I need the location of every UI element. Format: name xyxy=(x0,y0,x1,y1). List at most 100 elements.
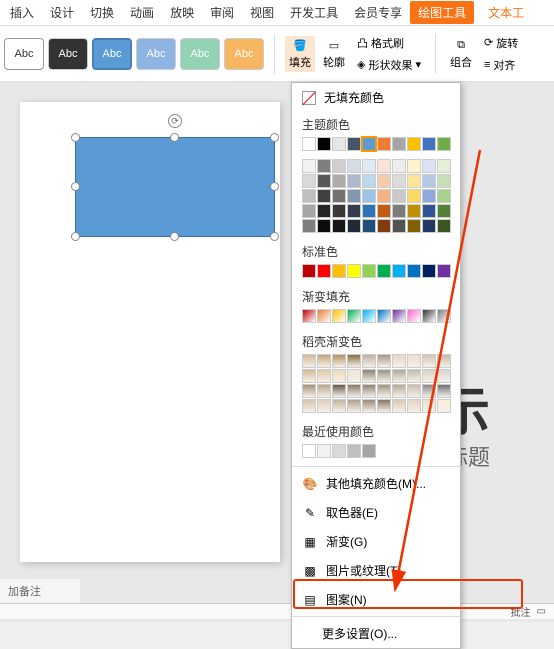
tab-member[interactable]: 会员专享 xyxy=(346,1,410,24)
outline-button[interactable]: ▭ 轮廓 xyxy=(319,36,349,72)
color-swatch[interactable] xyxy=(377,137,391,151)
shape-style-2[interactable]: Abc xyxy=(48,38,88,70)
gradient-swatch[interactable] xyxy=(437,309,451,323)
color-swatch[interactable] xyxy=(392,264,406,278)
shell-swatch[interactable] xyxy=(332,384,346,398)
color-swatch[interactable] xyxy=(377,264,391,278)
shape-style-3[interactable]: Abc xyxy=(92,38,132,70)
shell-swatch[interactable] xyxy=(407,384,421,398)
shell-swatch[interactable] xyxy=(407,354,421,368)
shell-swatch[interactable] xyxy=(347,369,361,383)
color-swatch[interactable] xyxy=(392,174,406,188)
color-swatch[interactable] xyxy=(422,174,436,188)
align-button[interactable]: ≡对齐 xyxy=(480,55,522,75)
color-swatch[interactable] xyxy=(317,159,331,173)
shell-swatch[interactable] xyxy=(302,384,316,398)
gradient-swatch[interactable] xyxy=(332,309,346,323)
color-swatch[interactable] xyxy=(347,137,361,151)
color-swatch[interactable] xyxy=(347,159,361,173)
color-swatch[interactable] xyxy=(317,137,331,151)
eyedropper-item[interactable]: ✎取色器(E) xyxy=(292,498,460,527)
color-swatch[interactable] xyxy=(362,219,376,233)
color-swatch[interactable] xyxy=(392,189,406,203)
tab-animation[interactable]: 动画 xyxy=(122,1,162,24)
color-swatch[interactable] xyxy=(362,159,376,173)
color-swatch[interactable] xyxy=(407,159,421,173)
color-swatch[interactable] xyxy=(317,189,331,203)
color-swatch[interactable] xyxy=(377,159,391,173)
color-swatch[interactable] xyxy=(407,219,421,233)
color-swatch[interactable] xyxy=(437,219,451,233)
shell-swatch[interactable] xyxy=(392,384,406,398)
shell-swatch[interactable] xyxy=(332,354,346,368)
shell-swatch[interactable] xyxy=(422,354,436,368)
color-swatch[interactable] xyxy=(422,204,436,218)
tab-devtools[interactable]: 开发工具 xyxy=(282,1,346,24)
tab-view[interactable]: 视图 xyxy=(242,1,282,24)
shell-swatch[interactable] xyxy=(317,399,331,413)
resize-handle-ne[interactable] xyxy=(270,133,279,142)
color-swatch[interactable] xyxy=(377,174,391,188)
color-swatch[interactable] xyxy=(347,444,361,458)
color-swatch[interactable] xyxy=(392,219,406,233)
rotate-button[interactable]: ⟳旋转 xyxy=(480,33,522,53)
shell-swatch[interactable] xyxy=(347,384,361,398)
shell-swatch[interactable] xyxy=(437,399,451,413)
color-swatch[interactable] xyxy=(377,204,391,218)
color-swatch[interactable] xyxy=(317,264,331,278)
color-swatch[interactable] xyxy=(302,159,316,173)
slide[interactable]: ⟳ 示 标题 xyxy=(20,102,280,562)
tab-design[interactable]: 设计 xyxy=(42,1,82,24)
color-swatch[interactable] xyxy=(422,137,436,151)
shell-swatch[interactable] xyxy=(317,384,331,398)
color-swatch[interactable] xyxy=(302,174,316,188)
color-swatch[interactable] xyxy=(347,204,361,218)
resize-handle-sw[interactable] xyxy=(71,232,80,241)
color-swatch[interactable] xyxy=(362,189,376,203)
shell-swatch[interactable] xyxy=(437,354,451,368)
color-swatch[interactable] xyxy=(332,159,346,173)
gradient-swatch[interactable] xyxy=(422,309,436,323)
color-swatch[interactable] xyxy=(302,219,316,233)
shell-swatch[interactable] xyxy=(362,384,376,398)
color-swatch[interactable] xyxy=(377,219,391,233)
color-swatch[interactable] xyxy=(317,174,331,188)
selected-rectangle-shape[interactable]: ⟳ xyxy=(75,137,275,237)
color-swatch[interactable] xyxy=(302,137,316,151)
color-swatch[interactable] xyxy=(407,204,421,218)
shell-swatch[interactable] xyxy=(332,369,346,383)
comments-label[interactable]: 批注 xyxy=(511,604,531,619)
format-brush-button[interactable]: 凸格式刷 xyxy=(353,33,425,53)
color-swatch[interactable] xyxy=(392,159,406,173)
color-swatch[interactable] xyxy=(407,189,421,203)
color-swatch[interactable] xyxy=(347,264,361,278)
color-swatch[interactable] xyxy=(407,137,421,151)
tab-insert[interactable]: 插入 xyxy=(2,1,42,24)
tab-drawing-tool[interactable]: 绘图工具 xyxy=(410,1,474,24)
fill-button[interactable]: 🪣 填充 xyxy=(285,36,315,72)
shell-swatch[interactable] xyxy=(302,354,316,368)
color-swatch[interactable] xyxy=(437,264,451,278)
shell-swatch[interactable] xyxy=(377,384,391,398)
color-swatch[interactable] xyxy=(302,204,316,218)
color-swatch[interactable] xyxy=(422,264,436,278)
shell-swatch[interactable] xyxy=(392,354,406,368)
color-swatch[interactable] xyxy=(422,189,436,203)
gradient-swatch[interactable] xyxy=(392,309,406,323)
shell-swatch[interactable] xyxy=(302,369,316,383)
shell-swatch[interactable] xyxy=(317,369,331,383)
rotation-handle[interactable]: ⟳ xyxy=(168,114,182,128)
color-swatch[interactable] xyxy=(332,219,346,233)
shell-swatch[interactable] xyxy=(392,369,406,383)
color-swatch[interactable] xyxy=(332,189,346,203)
shell-swatch[interactable] xyxy=(347,399,361,413)
color-swatch[interactable] xyxy=(362,204,376,218)
shell-swatch[interactable] xyxy=(377,369,391,383)
pattern-item[interactable]: ▤图案(N) xyxy=(292,585,460,614)
shape-style-4[interactable]: Abc xyxy=(136,38,176,70)
shell-swatch[interactable] xyxy=(377,354,391,368)
color-swatch[interactable] xyxy=(437,204,451,218)
color-swatch[interactable] xyxy=(347,174,361,188)
color-swatch[interactable] xyxy=(302,444,316,458)
shell-swatch[interactable] xyxy=(377,399,391,413)
